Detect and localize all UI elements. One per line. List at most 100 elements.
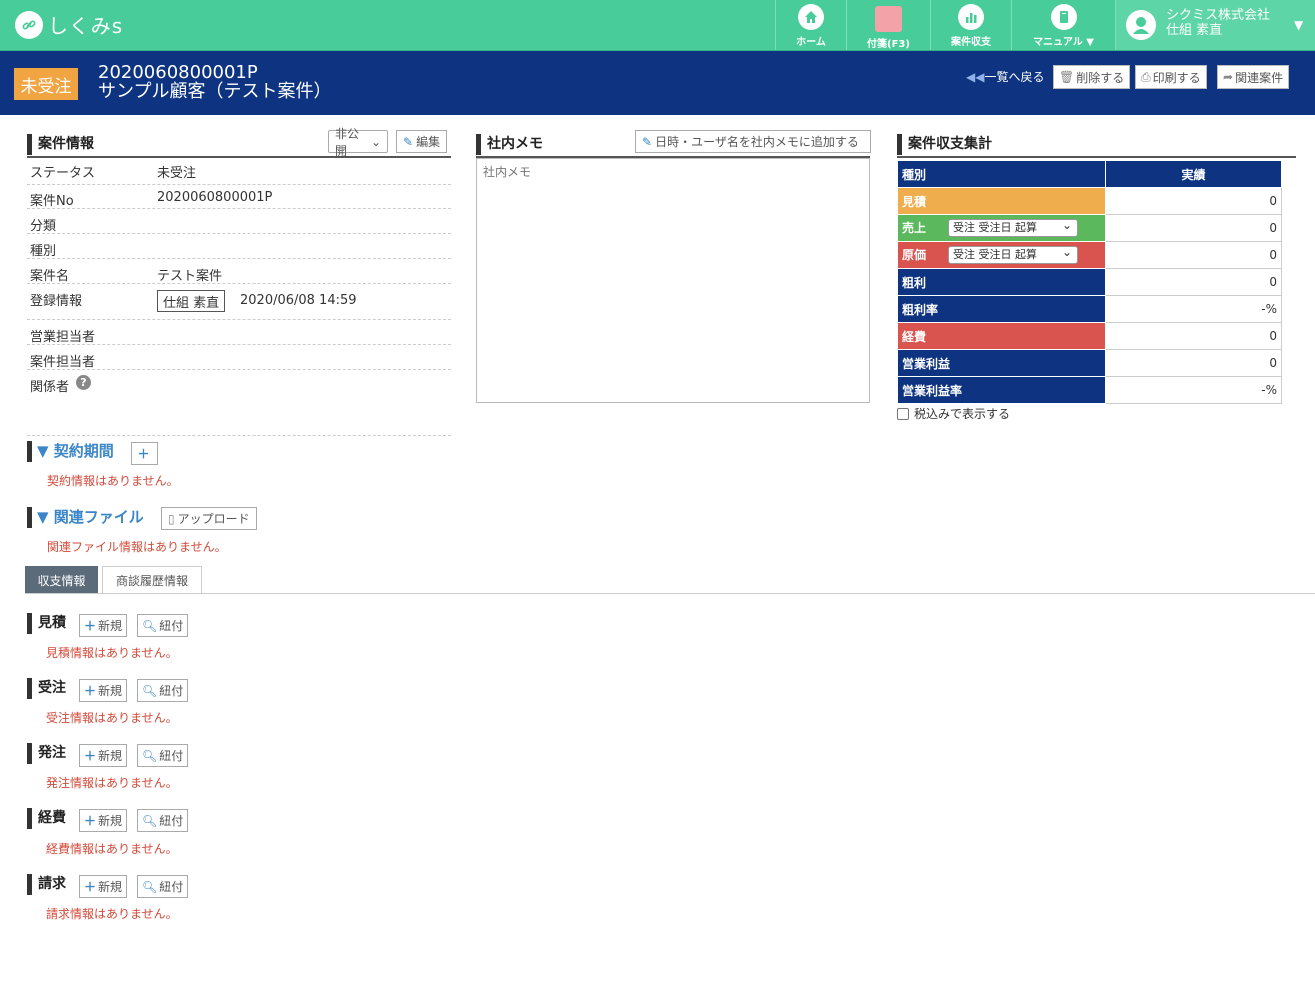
- logo-text: しくみs: [48, 14, 124, 38]
- invoice-link-button[interactable]: 🔍︎ 紐付: [137, 875, 189, 898]
- plus-icon: ＋: [84, 749, 97, 763]
- summary-row-estimate: 見積 0: [897, 187, 1282, 215]
- visibility-select[interactable]: 非公開 ⌄: [328, 127, 388, 158]
- info-row-stakeholders: 関係者 ?: [27, 375, 451, 436]
- tax-toggle[interactable]: 税込みで表示する: [897, 405, 1010, 422]
- upload-button[interactable]: ▯ アップロード: [161, 507, 257, 530]
- row-value: 0: [1105, 322, 1282, 350]
- pencil-icon: ✎: [403, 134, 414, 149]
- order-new-button[interactable]: ＋新規: [79, 679, 128, 702]
- share-arrow-icon: ➦: [1223, 70, 1234, 84]
- order-link-button[interactable]: 🔍︎ 紐付: [137, 679, 189, 702]
- related-cases-button[interactable]: ➦ 関連案件: [1217, 65, 1290, 89]
- summary-row-cost: 原価受注 受注日 起算0: [897, 241, 1282, 269]
- invoice-section-title: 請求: [27, 874, 66, 895]
- row-value: -%: [1105, 295, 1282, 323]
- purchase-section-title: 発注: [27, 743, 66, 764]
- estimate-link-button[interactable]: 🔍︎ 紐付: [137, 614, 189, 637]
- summary-row-operating-margin: 営業利益率 -%: [897, 376, 1282, 404]
- row-value: 0: [1105, 268, 1282, 296]
- back-to-list-link[interactable]: ◀◀一覧へ戻る: [966, 68, 1044, 85]
- user-company: シクミス株式会社: [1166, 8, 1271, 23]
- memo-textarea[interactable]: [476, 158, 870, 403]
- edit-button[interactable]: ✎ 編集: [396, 130, 448, 153]
- registered-datetime: 2020/06/08 14:59: [240, 293, 357, 308]
- order-section-title: 受注: [27, 678, 66, 699]
- plus-icon: ＋: [84, 684, 97, 698]
- nav-home[interactable]: ホーム: [775, 0, 846, 50]
- info-row-sales-rep: 営業担当者: [27, 326, 451, 345]
- row-label: 経費: [897, 322, 1106, 350]
- purchase-new-button[interactable]: ＋新規: [79, 744, 128, 767]
- row-label: 見積: [897, 187, 1106, 215]
- plus-icon: ＋: [84, 814, 97, 828]
- summary-row-operating-profit: 営業利益 0: [897, 349, 1282, 377]
- print-icon: ⎙: [1141, 69, 1151, 84]
- expense-section-title: 経費: [27, 808, 66, 829]
- estimate-new-button[interactable]: ＋新規: [79, 614, 128, 637]
- header-actual: 実績: [1105, 160, 1282, 188]
- case-header: 未受注 2020060800001P サンプル顧客（テスト案件） ◀◀一覧へ戻る…: [0, 51, 1315, 115]
- info-row-case-no: 案件No 2020060800001P: [27, 190, 451, 209]
- row-label: 営業利益: [897, 349, 1106, 377]
- pencil-icon: ✎: [642, 134, 653, 149]
- related-files-title[interactable]: ▼ 関連ファイル: [27, 507, 144, 528]
- info-row-category: 分類: [27, 215, 451, 234]
- link-icon: [15, 10, 43, 39]
- user-menu[interactable]: シクミス株式会社 仕組 素直 ▼: [1115, 0, 1315, 50]
- double-left-arrow-icon: ◀◀: [966, 70, 985, 84]
- case-info-title: 案件情報: [27, 134, 94, 155]
- tab-negotiation-history[interactable]: 商談履歴情報: [102, 566, 202, 594]
- tab-income-expense[interactable]: 収支情報: [25, 566, 98, 594]
- file-icon: ▯: [168, 511, 175, 526]
- case-title: サンプル顧客（テスト案件）: [98, 81, 332, 102]
- row-label: 粗利: [897, 268, 1106, 296]
- search-icon: 🔍︎: [142, 748, 158, 763]
- tax-checkbox[interactable]: [897, 407, 909, 420]
- top-bar: しくみs ホーム 付箋(F3) 案件収支 マニュアル ▼ シクミス株式会社 仕組…: [0, 0, 1315, 51]
- sales-basis-select[interactable]: 受注 受注日 起算: [948, 217, 1079, 238]
- nav-sticky[interactable]: 付箋(F3): [846, 0, 930, 50]
- chevron-down-icon: ▼: [1294, 18, 1304, 32]
- header-kind: 種別: [897, 160, 1106, 188]
- add-timestamp-to-memo-button[interactable]: ✎ 日時・ユーザ名を社内メモに追加する: [635, 130, 871, 153]
- nav-sticky-label: 付箋(F3): [867, 39, 910, 50]
- print-button[interactable]: ⎙ 印刷する: [1135, 65, 1207, 89]
- expense-new-button[interactable]: ＋新規: [79, 809, 128, 832]
- estimate-empty-message: 見積情報はありません。: [46, 646, 178, 660]
- contract-period-title[interactable]: ▼ 契約期間: [27, 441, 114, 462]
- summary-row-gross-profit: 粗利 0: [897, 268, 1282, 296]
- home-icon: [798, 4, 824, 30]
- estimate-section-title: 見積: [27, 613, 66, 634]
- memo-title: 社内メモ: [476, 134, 543, 155]
- nav-manual[interactable]: マニュアル ▼: [1011, 0, 1115, 50]
- plus-icon: ＋: [84, 619, 97, 633]
- row-label: 営業利益率: [897, 376, 1106, 404]
- plus-icon: ＋: [137, 447, 150, 461]
- search-icon: 🔍︎: [142, 813, 158, 828]
- nav-case-profit[interactable]: 案件収支: [930, 0, 1011, 50]
- row-value: 0: [1105, 214, 1282, 242]
- cost-basis-select[interactable]: 受注 受注日 起算: [948, 244, 1079, 265]
- info-row-case-name: 案件名 テスト案件: [27, 265, 451, 284]
- row-label: 粗利率: [897, 295, 1106, 323]
- purchase-link-button[interactable]: 🔍︎ 紐付: [137, 744, 189, 767]
- help-icon[interactable]: ?: [76, 375, 91, 390]
- add-contract-button[interactable]: ＋: [131, 442, 158, 465]
- user-avatar-icon: [1126, 10, 1156, 40]
- invoice-new-button[interactable]: ＋新規: [79, 875, 128, 898]
- status-badge: 未受注: [14, 68, 78, 100]
- registered-user-tag[interactable]: 仕組 素直: [157, 290, 226, 312]
- row-value: -%: [1105, 376, 1282, 404]
- expense-empty-message: 経費情報はありません。: [46, 842, 178, 856]
- summary-row-sales: 売上受注 受注日 起算0: [897, 214, 1282, 242]
- delete-button[interactable]: 🗑 削除する: [1053, 65, 1131, 89]
- info-row-registration: 登録情報 仕組 素直 2020/06/08 14:59: [27, 290, 451, 320]
- chevron-down-icon: ⌄: [370, 134, 381, 149]
- search-icon: 🔍︎: [142, 879, 158, 894]
- app-logo[interactable]: しくみs: [15, 10, 123, 39]
- summary-header-row: 種別 実績: [897, 160, 1282, 188]
- summary-row-gross-margin: 粗利率 -%: [897, 295, 1282, 323]
- expense-link-button[interactable]: 🔍︎ 紐付: [137, 809, 189, 832]
- chart-icon: [958, 4, 984, 30]
